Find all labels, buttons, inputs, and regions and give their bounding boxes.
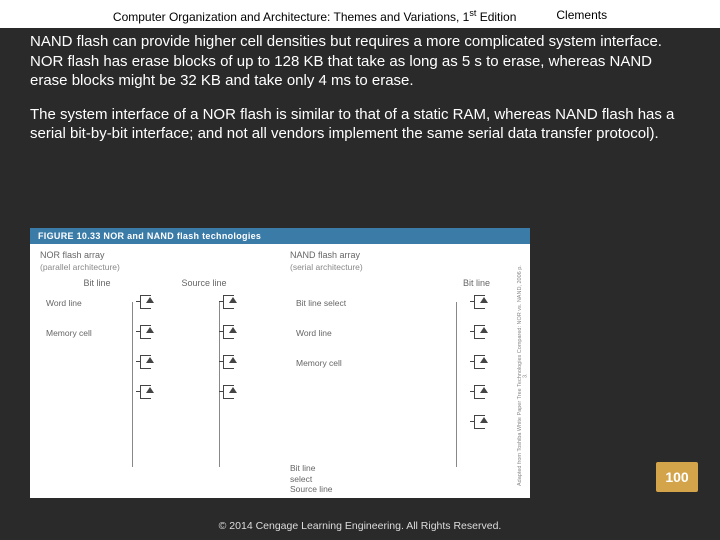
nor-title: NOR flash array [40, 250, 270, 260]
paragraph-2: The system interface of a NOR flash is s… [30, 105, 690, 144]
bit-line-select-label: Bit line select [296, 298, 376, 308]
transistor-icon [470, 413, 490, 433]
body-text: NAND flash can provide higher cell densi… [30, 32, 690, 158]
book-title: Computer Organization and Architecture: … [113, 8, 516, 24]
paragraph-1: NAND flash can provide higher cell densi… [30, 32, 690, 91]
transistor-icon [219, 383, 239, 403]
nand-flash-column: NAND flash array (serial architecture) B… [280, 244, 530, 496]
nor-flash-column: NOR flash array (parallel architecture) … [30, 244, 280, 496]
copyright-footer: © 2014 Cengage Learning Engineering. All… [0, 520, 720, 532]
bit-line-label: Bit line [463, 278, 490, 288]
transistor-icon [470, 353, 490, 373]
page-number-badge: 100 [656, 462, 698, 492]
transistor-icon [470, 383, 490, 403]
slide-header: Computer Organization and Architecture: … [0, 0, 720, 28]
nand-subtitle: (serial architecture) [290, 262, 520, 272]
author-name: Clements [556, 8, 607, 24]
source-line-label: Source line [181, 278, 226, 288]
transistor-icon [219, 353, 239, 373]
figure-10-33: FIGURE 10.33 NOR and NAND flash technolo… [30, 228, 530, 498]
memory-cell-label: Memory cell [46, 328, 104, 338]
figure-caption: FIGURE 10.33 NOR and NAND flash technolo… [30, 228, 530, 244]
word-line-label: Word line [296, 328, 376, 338]
bottom-labels: Bit line select Source line [290, 463, 333, 494]
bit-line-label: Bit line [83, 278, 110, 288]
transistor-icon [136, 353, 156, 373]
transistor-icon [219, 323, 239, 343]
transistor-icon [136, 293, 156, 313]
transistor-icon [136, 323, 156, 343]
transistor-icon [470, 323, 490, 343]
memory-cell-label: Memory cell [296, 358, 376, 368]
figure-credit: Adapted from Toshiba White Paper Tree Te… [518, 264, 528, 488]
transistor-icon [219, 293, 239, 313]
transistor-icon [136, 383, 156, 403]
transistor-icon [470, 293, 490, 313]
nor-subtitle: (parallel architecture) [40, 262, 270, 272]
nand-title: NAND flash array [290, 250, 520, 260]
word-line-label: Word line [46, 298, 104, 308]
